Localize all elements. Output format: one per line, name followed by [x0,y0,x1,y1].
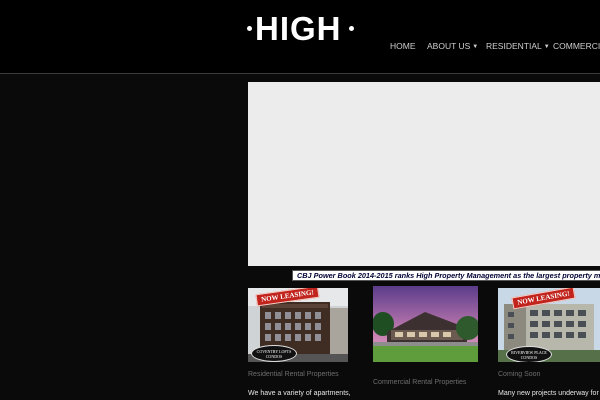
riverview-place-badge: RIVERVIEW PLACE CONDOS [506,346,552,362]
card-coming-soon-image[interactable]: NOW LEASING! RIVERVIEW PLACE CONDOS [498,288,600,362]
nav-item-about-us[interactable]: ABOUT US ▼ [427,40,478,53]
badge-line2: CONDOS [520,354,538,360]
ticker-text: CBJ Power Book 2014-2015 ranks High Prop… [297,271,600,280]
ticker-frame: CBJ Power Book 2014-2015 ranks High Prop… [292,270,600,281]
header-divider [0,73,600,74]
card-residential-image[interactable]: NOW LEASING! COVENTRY LOFTS CONDOS [248,288,348,362]
badge-line2: CONDOS [265,353,283,359]
card-coming-soon-body: Many new projects underway for [498,390,599,397]
card-residential-body: We have a variety of apartments, [248,390,351,397]
nav-item-home[interactable]: HOME [390,40,416,52]
logo-left-dot [247,26,252,31]
logo-right-dot [349,26,354,31]
nav-item-commercial[interactable]: COMMERCIAL [553,40,600,52]
nav-residential-label: RESIDENTIAL [486,41,542,51]
card-commercial-caption[interactable]: Commercial Rental Properties [373,379,466,386]
coventry-lofts-badge: COVENTRY LOFTS CONDOS [251,345,297,362]
nav-item-residential[interactable]: RESIDENTIAL ▼ [486,40,550,53]
card-coming-soon-caption[interactable]: Coming Soon [498,371,540,378]
high-logo[interactable]: HIGH [247,12,355,46]
card-commercial-image[interactable] [373,286,478,362]
news-ticker[interactable]: CBJ Power Book 2014-2015 ranks High Prop… [292,270,600,281]
commercial-building-photo [373,286,478,362]
card-residential-caption[interactable]: Residential Rental Properties [248,371,339,378]
site-header: HIGH HOME ABOUT US ▼ RESIDENTIAL ▼ COMMERC… [0,0,600,73]
chevron-down-icon: ▼ [472,44,479,50]
chevron-down-icon: ▼ [543,44,550,50]
logo-text: HIGH [255,10,342,47]
hero-slider-placeholder[interactable] [248,82,600,266]
nav-home-label: HOME [390,41,416,51]
nav-about-label: ABOUT US [427,41,471,51]
nav-commercial-label: COMMERCIAL [553,41,600,51]
